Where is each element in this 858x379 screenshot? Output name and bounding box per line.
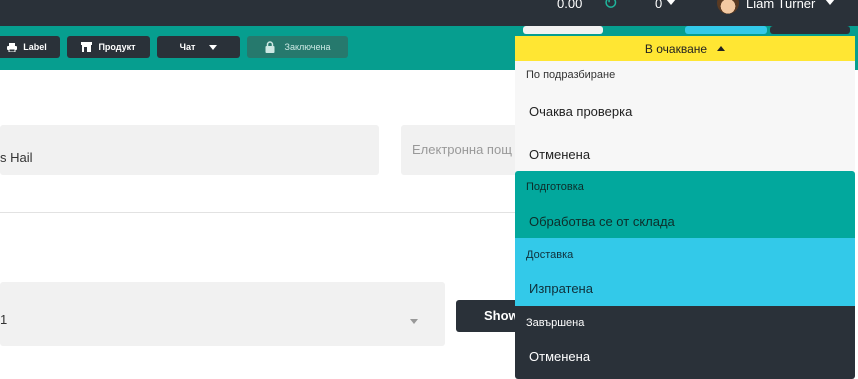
accent-strip-dark (770, 26, 850, 34)
chevron-down-icon (209, 44, 218, 50)
print-label-button[interactable]: Label (0, 36, 60, 58)
status-group-header: Подготовка (526, 181, 584, 193)
store-select[interactable]: 1 (0, 282, 445, 346)
chevron-up-icon (717, 46, 726, 51)
product-button[interactable]: Продукт (67, 36, 150, 58)
email-field-placeholder: Електронна пощ (412, 141, 512, 157)
balance-value: 0.00 (557, 0, 583, 11)
printer-icon (7, 42, 18, 52)
lock-icon (265, 41, 275, 53)
chevron-down-icon (666, 0, 677, 5)
print-label-text: Label (23, 42, 47, 52)
current-status: В очакване (644, 41, 708, 56)
status-dropdown-toggle[interactable]: В очакване (515, 36, 855, 61)
status-group-header: Доставка (526, 249, 574, 261)
status-group-delivery: Доставка Изпратена (515, 238, 855, 306)
accent-strip-light (523, 26, 603, 34)
chat-dropdown-button[interactable]: Чат (157, 36, 240, 58)
name-field-value: s Hail (0, 149, 33, 165)
chevron-down-icon (825, 0, 836, 5)
status-option-shipped[interactable]: Изпратена (529, 281, 593, 296)
user-name: Liam Turner (746, 0, 816, 11)
store-select-value: 1 (0, 312, 8, 327)
section-divider (0, 212, 520, 213)
status-dropdown-menu: По подразбиране Очаква проверка Отменена… (515, 61, 855, 379)
status-option-completed-cancelled[interactable]: Отменена (529, 349, 590, 364)
status-option-cancelled[interactable]: Отменена (529, 147, 590, 162)
status-option-awaiting-review[interactable]: Очаква проверка (529, 104, 632, 119)
status-group-default: По подразбиране Очаква проверка Отменена (515, 61, 855, 171)
status-group-header: По подразбиране (526, 69, 616, 81)
refresh-icon[interactable]: ↻ (603, 0, 618, 14)
status-group-header: Завършена (526, 317, 585, 329)
status-group-completed: Завършена Отменена (515, 306, 855, 379)
show-button-label: Show (484, 308, 519, 323)
locked-status-button[interactable]: Заключена (247, 36, 348, 58)
product-button-label: Продукт (98, 42, 136, 52)
chevron-down-icon (410, 319, 418, 324)
user-menu[interactable]: Liam Turner (746, 0, 836, 11)
notifications-dropdown[interactable]: 0 (655, 0, 677, 11)
accent-strip-cyan (685, 26, 767, 34)
chat-button-label: Чат (179, 42, 196, 52)
top-navbar: 0.00 ↻ 0 Liam Turner (0, 0, 858, 26)
status-group-preparation: Подготовка Обработва се от склада (515, 171, 855, 238)
avatar[interactable] (717, 0, 739, 14)
status-option-warehouse-processing[interactable]: Обработва се от склада (529, 214, 675, 229)
locked-status-label: Заключена (284, 42, 331, 52)
name-field[interactable]: s Hail (0, 125, 379, 175)
store-icon (81, 42, 93, 52)
notifications-count: 0 (655, 0, 663, 11)
